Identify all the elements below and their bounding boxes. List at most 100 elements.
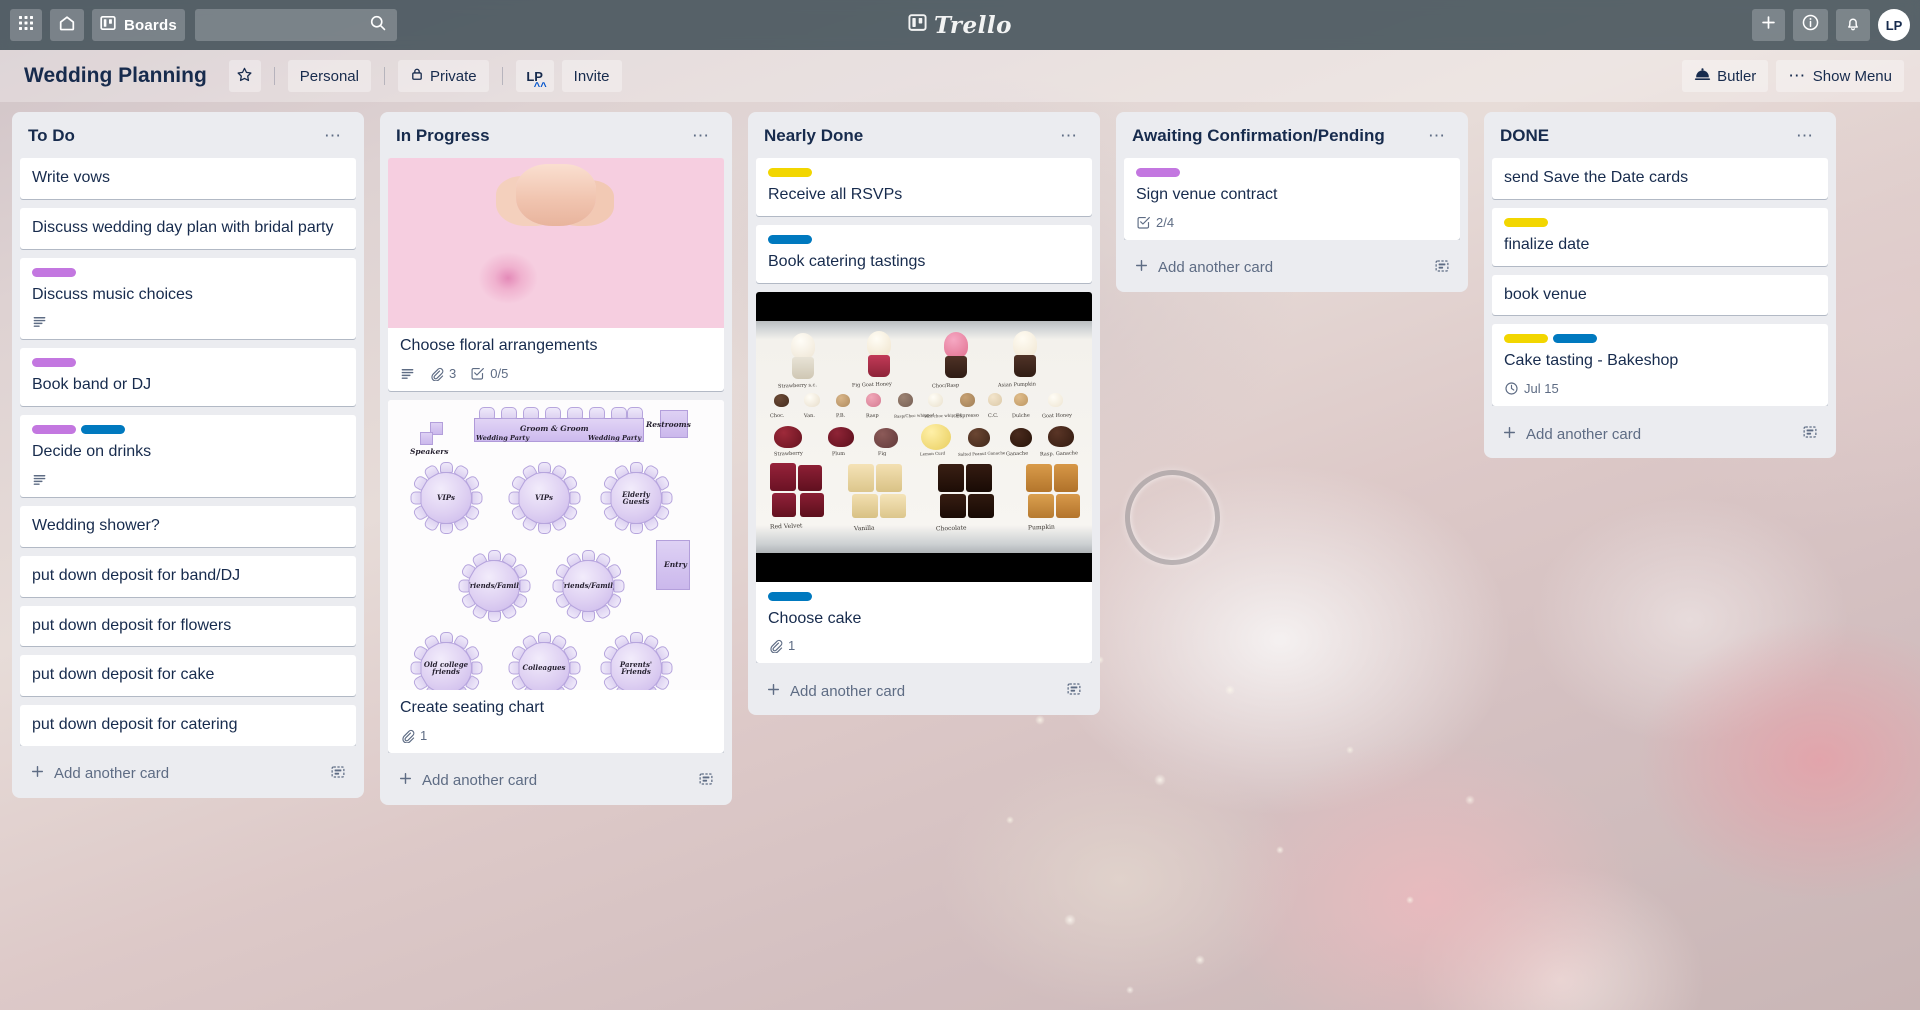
label-purple[interactable] — [1136, 168, 1180, 177]
card-labels — [32, 358, 346, 368]
add-another-card-button[interactable]: Add another card — [388, 761, 724, 801]
cake-chunk — [1026, 463, 1052, 492]
card[interactable]: Write vows — [20, 158, 356, 199]
info-button[interactable] — [1793, 9, 1828, 41]
page-title[interactable]: Wedding Planning — [16, 60, 215, 92]
avatar[interactable]: LP — [1878, 9, 1910, 41]
search-input[interactable] — [187, 17, 369, 33]
list-menu-button[interactable]: ⋯ — [1422, 127, 1452, 144]
notifications-button[interactable] — [1836, 9, 1870, 41]
card[interactable]: Decide on drinks — [20, 415, 356, 497]
plus-icon — [1502, 425, 1517, 444]
card[interactable]: book venue — [1492, 274, 1828, 316]
speakers-label: Speakers — [410, 446, 449, 456]
list-title[interactable]: In Progress — [396, 126, 490, 146]
card[interactable]: Groom & Groom Wedding Party Wedding Part… — [388, 399, 724, 753]
visibility-button[interactable]: Private — [397, 60, 489, 92]
card[interactable]: Discuss wedding day plan with bridal par… — [20, 207, 356, 249]
template-card-icon[interactable] — [1434, 258, 1450, 278]
label-purple[interactable] — [32, 358, 76, 368]
star-button[interactable] — [228, 60, 261, 92]
card[interactable]: Wedding shower? — [20, 505, 356, 547]
card-title: Sign venue contract — [1136, 186, 1278, 203]
card[interactable]: Choose floral arrangements 3 0/5 — [388, 158, 724, 391]
card-title: put down deposit for catering — [32, 716, 238, 734]
add-another-card-button[interactable]: Add another card — [1492, 414, 1828, 454]
card[interactable]: Sign venue contract 2/4 — [1124, 158, 1460, 240]
template-card-icon[interactable] — [330, 764, 346, 784]
chevron-up-stack-icon: ^^ — [533, 81, 547, 93]
due-date-badge[interactable]: Jul 15 — [1504, 381, 1559, 396]
cupcake — [1010, 330, 1040, 377]
list-menu-button[interactable]: ⋯ — [318, 127, 348, 144]
filling-label: Strawberry — [773, 450, 803, 458]
search-icon[interactable] — [369, 14, 387, 37]
add-another-card-button[interactable]: Add another card — [1124, 248, 1460, 288]
description-badge — [32, 472, 47, 487]
checklist-count: 2/4 — [1156, 214, 1175, 230]
card[interactable]: Book band or DJ — [20, 348, 356, 407]
card-title: book venue — [1504, 285, 1587, 303]
card-title: Receive all RSVPs — [768, 186, 903, 203]
search-box[interactable] — [187, 9, 397, 41]
home-button[interactable] — [50, 9, 84, 41]
checklist-badge: 2/4 — [1136, 215, 1174, 230]
card[interactable]: send Save the Date cards — [1492, 158, 1828, 199]
label-blue[interactable] — [768, 591, 812, 601]
list-menu-button[interactable]: ⋯ — [1790, 127, 1820, 144]
label-purple[interactable] — [32, 267, 76, 277]
add-button[interactable] — [1752, 9, 1785, 41]
card[interactable]: put down deposit for band/DJ — [20, 555, 356, 597]
list-menu-button[interactable]: ⋯ — [686, 127, 716, 144]
card[interactable]: Receive all RSVPs — [756, 158, 1092, 216]
table-friends-family-1: Friends/Family — [458, 549, 530, 622]
label-blue[interactable] — [768, 234, 812, 244]
butler-button[interactable]: Butler — [1682, 60, 1769, 92]
card-title: Decide on drinks — [32, 443, 152, 461]
chair-icon — [552, 579, 563, 593]
card[interactable]: Cake tasting - Bakeshop Jul 15 — [1492, 324, 1828, 407]
list-title[interactable]: To Do — [28, 126, 75, 146]
label-yellow[interactable] — [768, 168, 812, 177]
card[interactable]: put down deposit for flowers — [20, 605, 356, 647]
list-title[interactable]: Awaiting Confirmation/Pending — [1132, 126, 1385, 146]
show-menu-button[interactable]: ⋯ Show Menu — [1776, 60, 1904, 92]
dot-label: P.B. — [835, 412, 846, 419]
card[interactable]: finalize date — [1492, 207, 1828, 266]
card[interactable]: put down deposit for catering — [20, 705, 356, 746]
chair-icon — [471, 491, 482, 505]
list-title[interactable]: DONE — [1500, 126, 1549, 146]
template-card-icon[interactable] — [698, 771, 714, 791]
template-card-icon[interactable] — [1802, 424, 1818, 444]
list-title[interactable]: Nearly Done — [764, 126, 863, 146]
boards-button[interactable]: Boards — [92, 9, 185, 41]
card[interactable]: Book catering tastings — [756, 224, 1092, 283]
list-menu-button[interactable]: ⋯ — [1054, 127, 1084, 144]
chair-icon — [487, 549, 501, 561]
cake-label: Chocolate — [935, 524, 967, 533]
workspace-button[interactable]: Personal — [287, 60, 371, 92]
chair-icon — [439, 631, 453, 643]
add-another-card-button[interactable]: Add another card — [756, 671, 1092, 711]
card[interactable]: put down deposit for cake — [20, 655, 356, 697]
label-purple[interactable] — [32, 425, 76, 435]
label-blue[interactable] — [81, 425, 125, 435]
chair-icon — [487, 610, 501, 622]
label-yellow[interactable] — [1504, 217, 1548, 227]
dot-label: Dulche — [1011, 412, 1030, 419]
apps-grid-button[interactable] — [10, 9, 42, 41]
add-another-card-button[interactable]: Add another card — [20, 754, 356, 794]
label-blue[interactable] — [1553, 334, 1597, 344]
filling-label: Lemon Curd — [919, 450, 946, 457]
label-yellow[interactable] — [1504, 334, 1548, 344]
template-card-icon[interactable] — [1066, 681, 1082, 701]
bell-icon — [1844, 14, 1862, 37]
card[interactable]: Discuss music choices — [20, 257, 356, 340]
attachment-icon — [429, 366, 444, 381]
chair-icon — [537, 522, 551, 534]
cake-chunk — [770, 462, 796, 491]
board-member-avatar[interactable]: LP ^^ — [515, 60, 554, 93]
invite-button[interactable]: Invite — [561, 60, 622, 92]
card[interactable]: Strawberry s.c. Fig Goat Honey Choc/Rasp… — [756, 291, 1092, 664]
cupcake-label: Asian Pumpkin — [997, 380, 1037, 389]
